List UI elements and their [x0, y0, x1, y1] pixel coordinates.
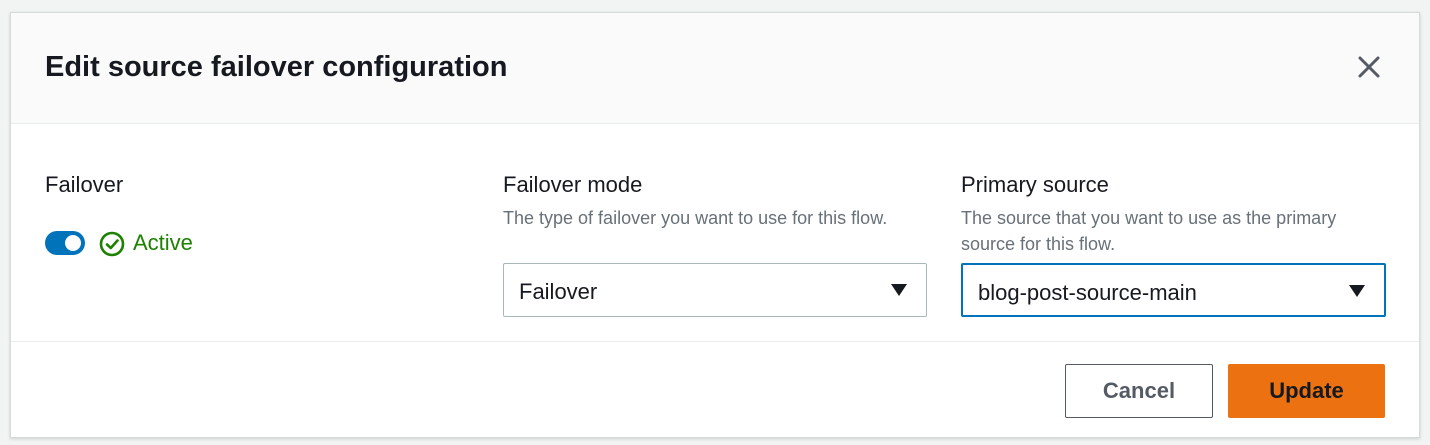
- check-circle-icon: [99, 231, 125, 257]
- failover-mode-select[interactable]: Failover: [503, 263, 927, 317]
- cancel-button[interactable]: Cancel: [1065, 364, 1213, 418]
- edit-failover-modal: Edit source failover configuration Failo…: [10, 12, 1420, 438]
- failover-label: Failover: [45, 172, 124, 197]
- primary-source-description: The source that you want to use as the p…: [961, 208, 1337, 254]
- primary-source-value: blog-post-source-main: [978, 280, 1197, 305]
- modal-header: Edit source failover configuration: [11, 13, 1419, 124]
- failover-toggle[interactable]: [45, 231, 85, 255]
- modal-title: Edit source failover configuration: [45, 51, 508, 83]
- close-button[interactable]: [1355, 53, 1383, 81]
- toggle-knob: [65, 235, 81, 251]
- failover-mode-value: Failover: [519, 279, 598, 304]
- primary-source-label: Primary source: [961, 172, 1109, 197]
- primary-source-select[interactable]: blog-post-source-main: [961, 263, 1386, 317]
- failover-mode-description: The type of failover you want to use for…: [503, 208, 888, 228]
- failover-mode-label: Failover mode: [503, 172, 643, 197]
- modal-body: Failover Active Failover mode The type o…: [11, 124, 1419, 342]
- caret-down-icon: [1349, 285, 1365, 297]
- failover-status-text: Active: [133, 230, 193, 255]
- close-icon: [1358, 56, 1380, 78]
- update-button[interactable]: Update: [1228, 364, 1385, 418]
- caret-down-icon: [891, 284, 907, 296]
- modal-footer: Cancel Update: [11, 342, 1419, 437]
